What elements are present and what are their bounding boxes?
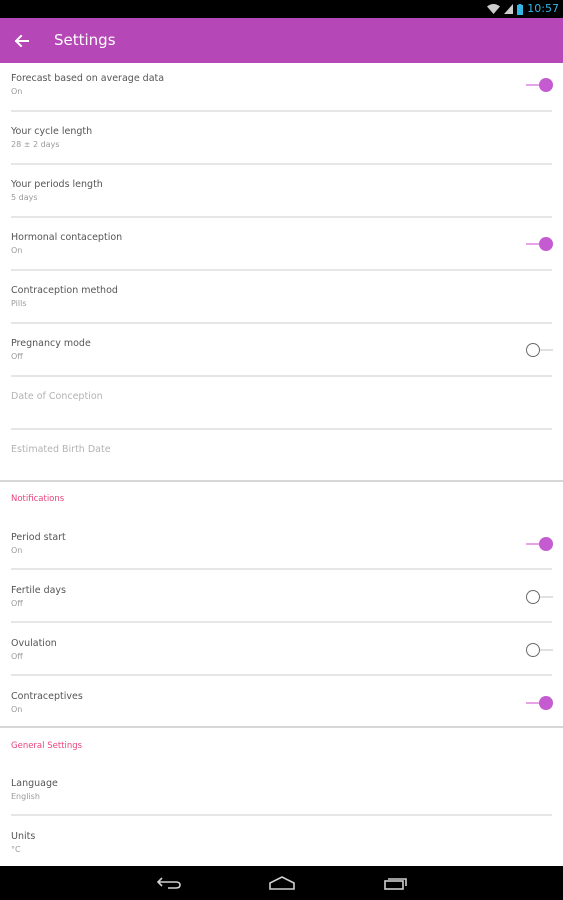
divider [11, 568, 552, 570]
pregnancy-mode-toggle[interactable] [526, 342, 553, 358]
nav-recents-button[interactable] [381, 873, 411, 893]
setting-label: Your cycle length [11, 126, 93, 137]
setting-value: °C [11, 845, 21, 854]
setting-value: Pills [11, 299, 27, 308]
setting-label: Fertile days [11, 585, 66, 596]
setting-label: Contraception method [11, 285, 118, 296]
setting-value: On [11, 246, 23, 255]
divider [11, 110, 552, 112]
setting-value: On [11, 705, 23, 714]
setting-language[interactable]: Language English [0, 768, 563, 816]
setting-value: English [11, 792, 40, 801]
setting-units[interactable]: Units °C [0, 821, 563, 866]
setting-label: Period start [11, 532, 66, 543]
setting-label: Forecast based on average data [11, 73, 165, 84]
setting-label: Your periods length [11, 179, 103, 190]
setting-label: Language [11, 778, 58, 789]
setting-contraceptives[interactable]: Contraceptives On [0, 681, 563, 727]
back-arrow-icon [15, 35, 29, 47]
page-title: Settings [54, 31, 116, 49]
divider [11, 814, 552, 816]
setting-value: On [11, 546, 23, 555]
divider [11, 216, 552, 218]
setting-label: Ovulation [11, 638, 57, 649]
setting-value: 28 ± 2 days [11, 140, 60, 149]
setting-hormonal-contraception[interactable]: Hormonal contaception On [0, 222, 563, 270]
setting-pregnancy-mode[interactable]: Pregnancy mode Off [0, 328, 563, 376]
divider [11, 269, 552, 271]
setting-forecast[interactable]: Forecast based on average data On [0, 63, 563, 111]
setting-value: Off [11, 599, 23, 608]
divider [11, 428, 552, 430]
status-bar: 10:57 [0, 0, 563, 18]
setting-label: Contraceptives [11, 691, 83, 702]
setting-value: Off [11, 352, 23, 361]
recent-apps-icon [384, 878, 407, 890]
setting-contraception-method[interactable]: Contraception method Pills [0, 275, 563, 323]
app-bar: Settings [0, 18, 563, 63]
setting-value: 5 days [11, 193, 38, 202]
setting-label: Units [11, 831, 36, 842]
signal-icon [504, 4, 514, 14]
setting-period-start[interactable]: Period start On [0, 522, 563, 570]
nav-back-button[interactable] [154, 873, 184, 893]
ovulation-toggle[interactable] [526, 642, 553, 658]
settings-list: Forecast based on average data On Your c… [0, 63, 563, 866]
divider [11, 674, 552, 676]
setting-label: Estimated Birth Date [11, 444, 111, 455]
section-header-general: General Settings [11, 741, 83, 751]
wifi-icon [487, 4, 501, 14]
divider [11, 322, 552, 324]
section-header-notifications: Notifications [11, 494, 65, 504]
setting-fertile-days[interactable]: Fertile days Off [0, 575, 563, 623]
setting-cycle-length[interactable]: Your cycle length 28 ± 2 days [0, 116, 563, 164]
setting-value: On [11, 87, 23, 96]
battery-icon [517, 3, 524, 15]
section-separator [0, 726, 563, 728]
setting-value: Off [11, 652, 23, 661]
setting-date-of-conception: Date of Conception [0, 381, 563, 429]
hormonal-contraception-toggle[interactable] [526, 236, 553, 252]
back-button[interactable] [10, 30, 34, 52]
back-icon [156, 877, 181, 889]
nav-home-button[interactable] [267, 873, 297, 893]
divider [11, 621, 552, 623]
setting-label: Hormonal contaception [11, 232, 123, 243]
period-start-toggle[interactable] [526, 536, 553, 552]
divider [11, 375, 552, 377]
home-icon [269, 876, 295, 890]
fertile-days-toggle[interactable] [526, 589, 553, 605]
forecast-toggle[interactable] [526, 77, 553, 93]
setting-ovulation[interactable]: Ovulation Off [0, 628, 563, 676]
setting-label: Date of Conception [11, 391, 103, 402]
clock: 10:57 [527, 2, 559, 15]
navigation-bar [0, 866, 563, 900]
status-icons: 10:57 [487, 1, 559, 17]
setting-estimated-birth-date: Estimated Birth Date [0, 434, 563, 480]
setting-label: Pregnancy mode [11, 338, 91, 349]
section-separator [0, 480, 563, 482]
divider [11, 163, 552, 165]
setting-periods-length[interactable]: Your periods length 5 days [0, 169, 563, 217]
contraceptives-toggle[interactable] [526, 695, 553, 711]
